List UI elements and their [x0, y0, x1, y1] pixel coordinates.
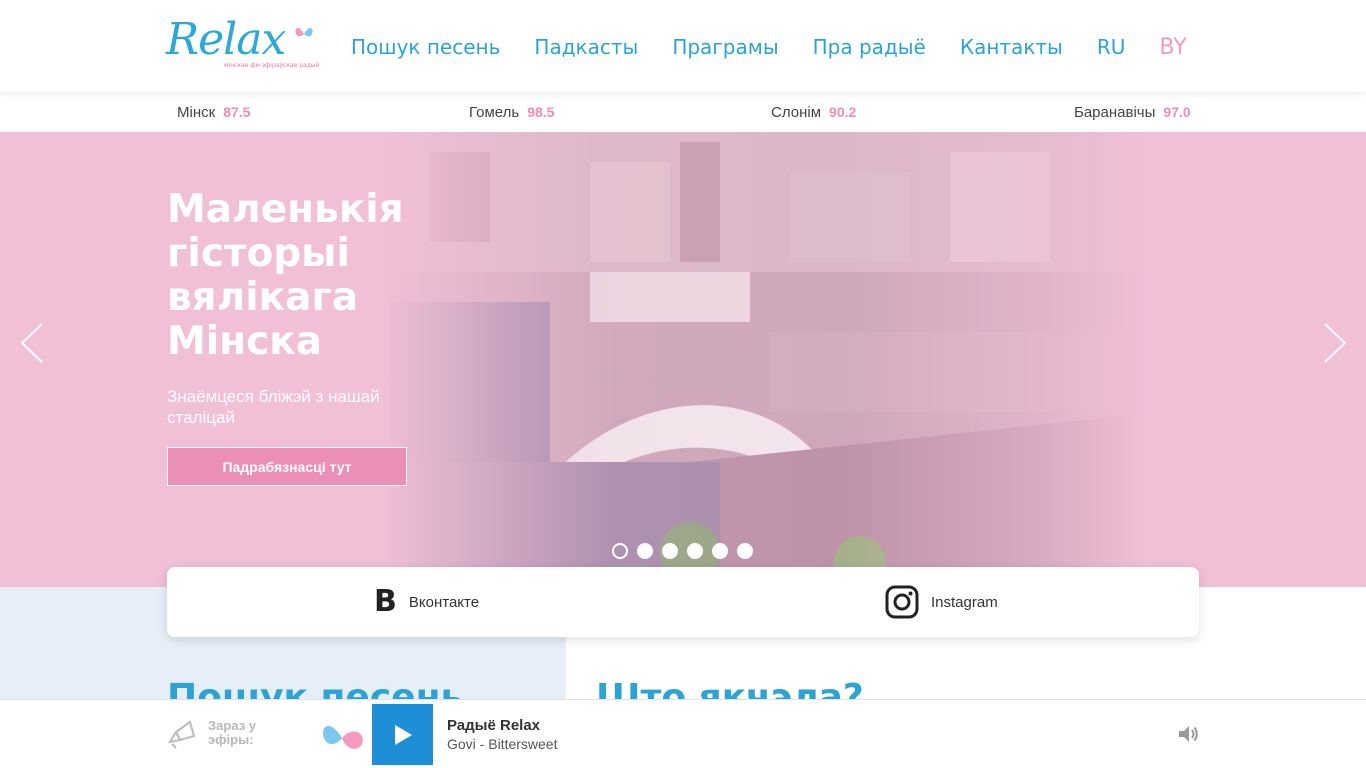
vk-label: Вконтакте [408, 593, 480, 611]
megaphone-icon [167, 720, 196, 749]
frequency-bar: Мінск 87.5 Гомель 98.5 Слонім 90.2 Баранаві… [0, 92, 1366, 132]
frequency-item: Мінск 87.5 [177, 104, 250, 121]
slider-dot-2[interactable] [637, 543, 653, 559]
now-playing-track: Govi - Bittersweet [447, 736, 558, 752]
frequency-value: 98.5 [527, 104, 555, 120]
hero-title: Маленькія гісторыі вялікага Мінска [167, 187, 404, 364]
volume-icon[interactable] [1176, 722, 1200, 746]
play-button[interactable] [372, 704, 433, 765]
instagram-label: Instagram [931, 593, 998, 611]
nav-about[interactable]: Пра радыё [813, 35, 926, 63]
relax-logo[interactable]: Relax мінскае фм эфіраўскае радыё [166, 14, 320, 74]
slider-dots [612, 543, 753, 559]
lang-ru[interactable]: RU [1097, 35, 1126, 63]
instagram-link[interactable]: Instagram [885, 585, 998, 619]
butterfly-icon [323, 725, 363, 749]
frequency-item: Гомель 98.5 [469, 104, 554, 121]
station-name: Радыё Relax [447, 717, 541, 734]
nav-programs[interactable]: Праграмы [672, 35, 778, 63]
instagram-icon [885, 585, 919, 619]
logo-text: Relax [166, 14, 286, 65]
vk-icon: B [374, 584, 397, 619]
frequency-item: Слонім 90.2 [771, 104, 856, 121]
frequency-item: Баранавічы 97.0 [1074, 104, 1191, 121]
chevron-left-icon[interactable] [20, 322, 44, 364]
main-nav: Пошук песень Падкасты Праграмы Пра радыё… [351, 35, 1187, 63]
nav-contacts[interactable]: Кантакты [960, 35, 1063, 63]
on-air-label: Зараз у эфіры: [208, 718, 257, 747]
frequency-value: 87.5 [223, 104, 251, 120]
butterfly-icon [295, 27, 313, 37]
city-name: Баранавічы [1074, 104, 1156, 121]
slider-dot-3[interactable] [662, 543, 678, 559]
slider-dot-5[interactable] [712, 543, 728, 559]
city-name: Слонім [771, 104, 822, 121]
frequency-value: 97.0 [1163, 104, 1191, 120]
nav-song-search[interactable]: Пошук песень [351, 35, 500, 63]
slider-dot-1[interactable] [612, 543, 628, 559]
chevron-right-icon[interactable] [1323, 322, 1347, 364]
radio-player: Зараз у эфіры: Радыё Relax Govi - Bitter… [0, 699, 1366, 768]
hero-slider: Маленькія гісторыі вялікага Мінска Знаём… [0, 132, 1366, 587]
site-header: Relax мінскае фм эфіраўскае радыё Пошук … [0, 0, 1366, 92]
nav-podcasts[interactable]: Падкасты [534, 35, 638, 63]
social-links-card: B Вконтакте Instagram [167, 567, 1199, 637]
lang-by[interactable]: BY [1159, 35, 1186, 63]
vk-link[interactable]: B Вконтакте [374, 585, 479, 619]
city-name: Мінск [177, 104, 216, 121]
frequency-value: 90.2 [829, 104, 857, 120]
slider-dot-4[interactable] [687, 543, 703, 559]
hero-subtitle: Знаёмцеся бліжэй з нашай сталіцай [167, 387, 380, 427]
logo-tagline: мінскае фм эфіраўскае радыё [224, 62, 320, 69]
city-name: Гомель [469, 104, 520, 121]
play-icon [394, 724, 412, 745]
slider-dot-6[interactable] [737, 543, 753, 559]
details-button[interactable]: Падрабязнасці тут [167, 447, 407, 486]
